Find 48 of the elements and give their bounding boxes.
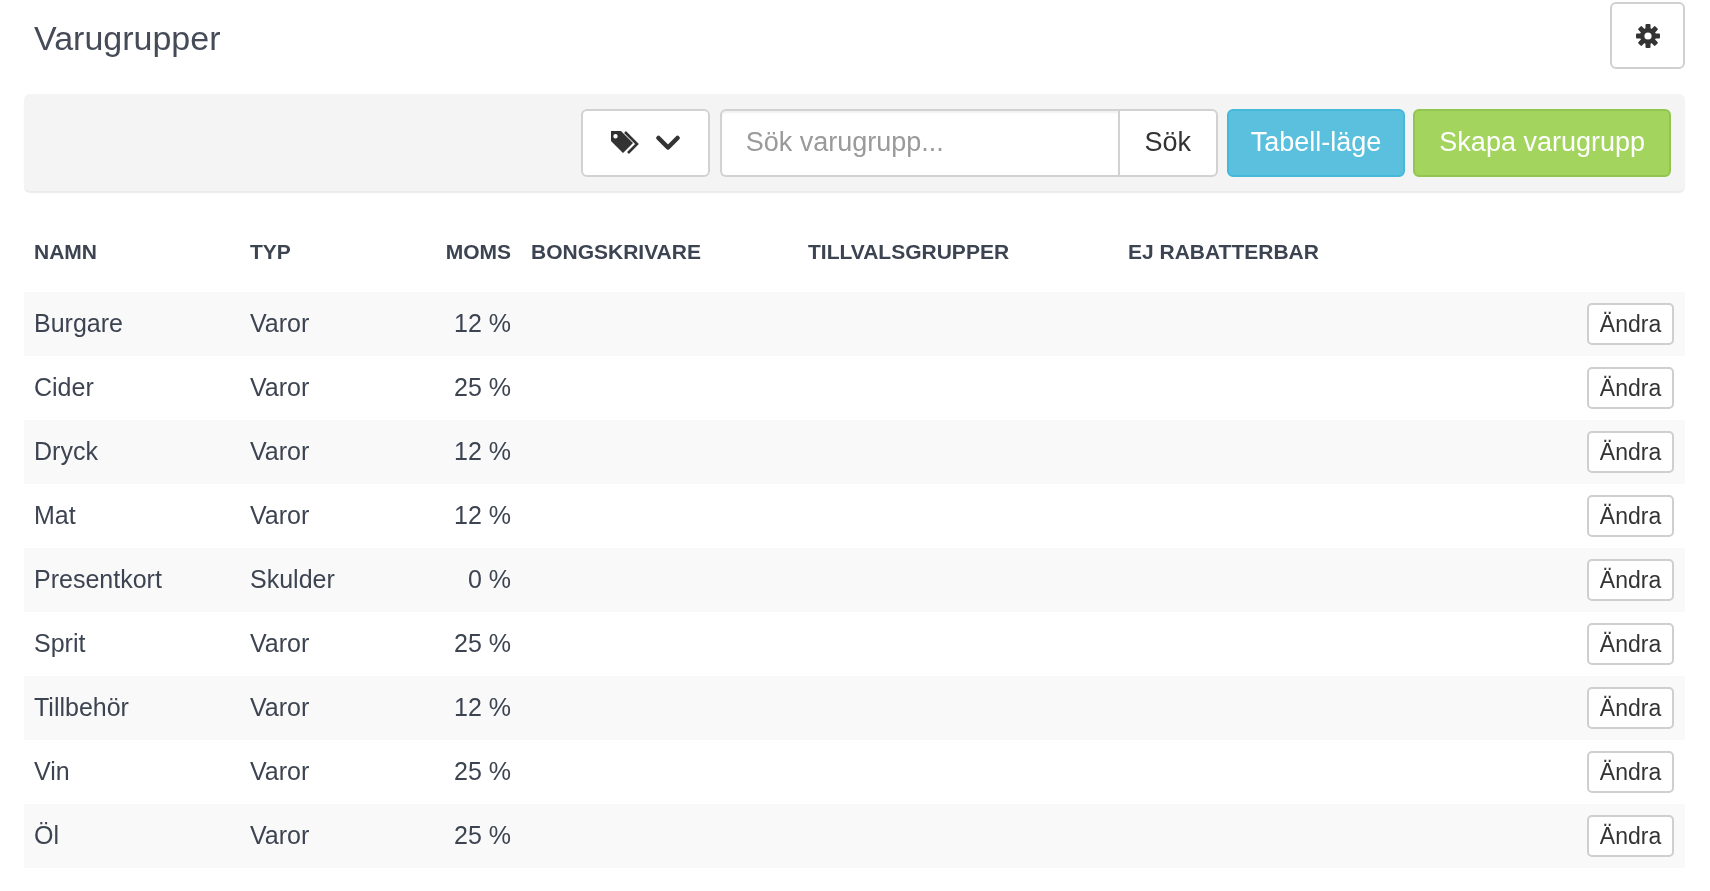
table-cell: 12 % [454, 437, 511, 466]
column-header: EJ RABATTERBAR [1128, 240, 1319, 264]
tag-filter-dropdown[interactable] [580, 108, 710, 177]
edit-button[interactable]: Ändra [1587, 751, 1674, 793]
column-header: BONGSKRIVARE [531, 240, 701, 264]
page-title: Varugrupper [34, 18, 221, 59]
column-header: MOMS [445, 240, 511, 264]
search-field[interactable]: Sök varugrupp... [719, 108, 1118, 177]
table-cell: 12 % [454, 693, 511, 722]
table-cell: Dryck [34, 437, 98, 466]
edit-button[interactable]: Ändra [1587, 431, 1674, 473]
table-cell: Skulder [250, 565, 335, 594]
edit-button[interactable]: Ändra [1587, 303, 1674, 345]
edit-button[interactable]: Ändra [1587, 623, 1674, 665]
edit-button[interactable]: Ändra [1587, 815, 1674, 857]
table-cell: Cider [34, 373, 94, 402]
table-cell: Presentkort [34, 565, 162, 594]
table-cell: Varor [250, 757, 310, 786]
table-cell: Varor [250, 629, 310, 658]
chevron-down-icon [656, 134, 681, 151]
table-cell: 25 % [454, 373, 511, 402]
search-button[interactable]: Sök [1117, 108, 1218, 177]
edit-button[interactable]: Ändra [1587, 495, 1674, 537]
settings-button[interactable] [1610, 2, 1685, 69]
table-cell: Varor [250, 373, 310, 402]
table-cell: 12 % [454, 309, 511, 338]
table-cell: Varor [250, 437, 310, 466]
table-cell: 25 % [454, 757, 511, 786]
table-cell: Vin [34, 757, 70, 786]
table-cell: Burgare [34, 309, 123, 338]
table-cell: Sprit [34, 629, 86, 658]
table-cell: Varor [250, 693, 310, 722]
table-cell: 25 % [454, 821, 511, 850]
table-cell: 12 % [454, 501, 511, 530]
table-cell: Mat [34, 501, 76, 530]
table-cell: Tillbehör [34, 693, 129, 722]
edit-button[interactable]: Ändra [1587, 687, 1674, 729]
column-header: TYP [250, 240, 291, 264]
table-cell: Varor [250, 821, 310, 850]
column-header: TILLVALSGRUPPER [808, 240, 1010, 264]
table-cell: 25 % [454, 629, 511, 658]
edit-button[interactable]: Ändra [1587, 367, 1674, 409]
table-cell: Öl [34, 821, 59, 850]
table-cell: Varor [250, 309, 310, 338]
column-header: NAMN [34, 240, 97, 264]
edit-button[interactable]: Ändra [1587, 559, 1674, 601]
table-cell: 0 % [467, 565, 511, 594]
table-cell: Varor [250, 501, 310, 530]
